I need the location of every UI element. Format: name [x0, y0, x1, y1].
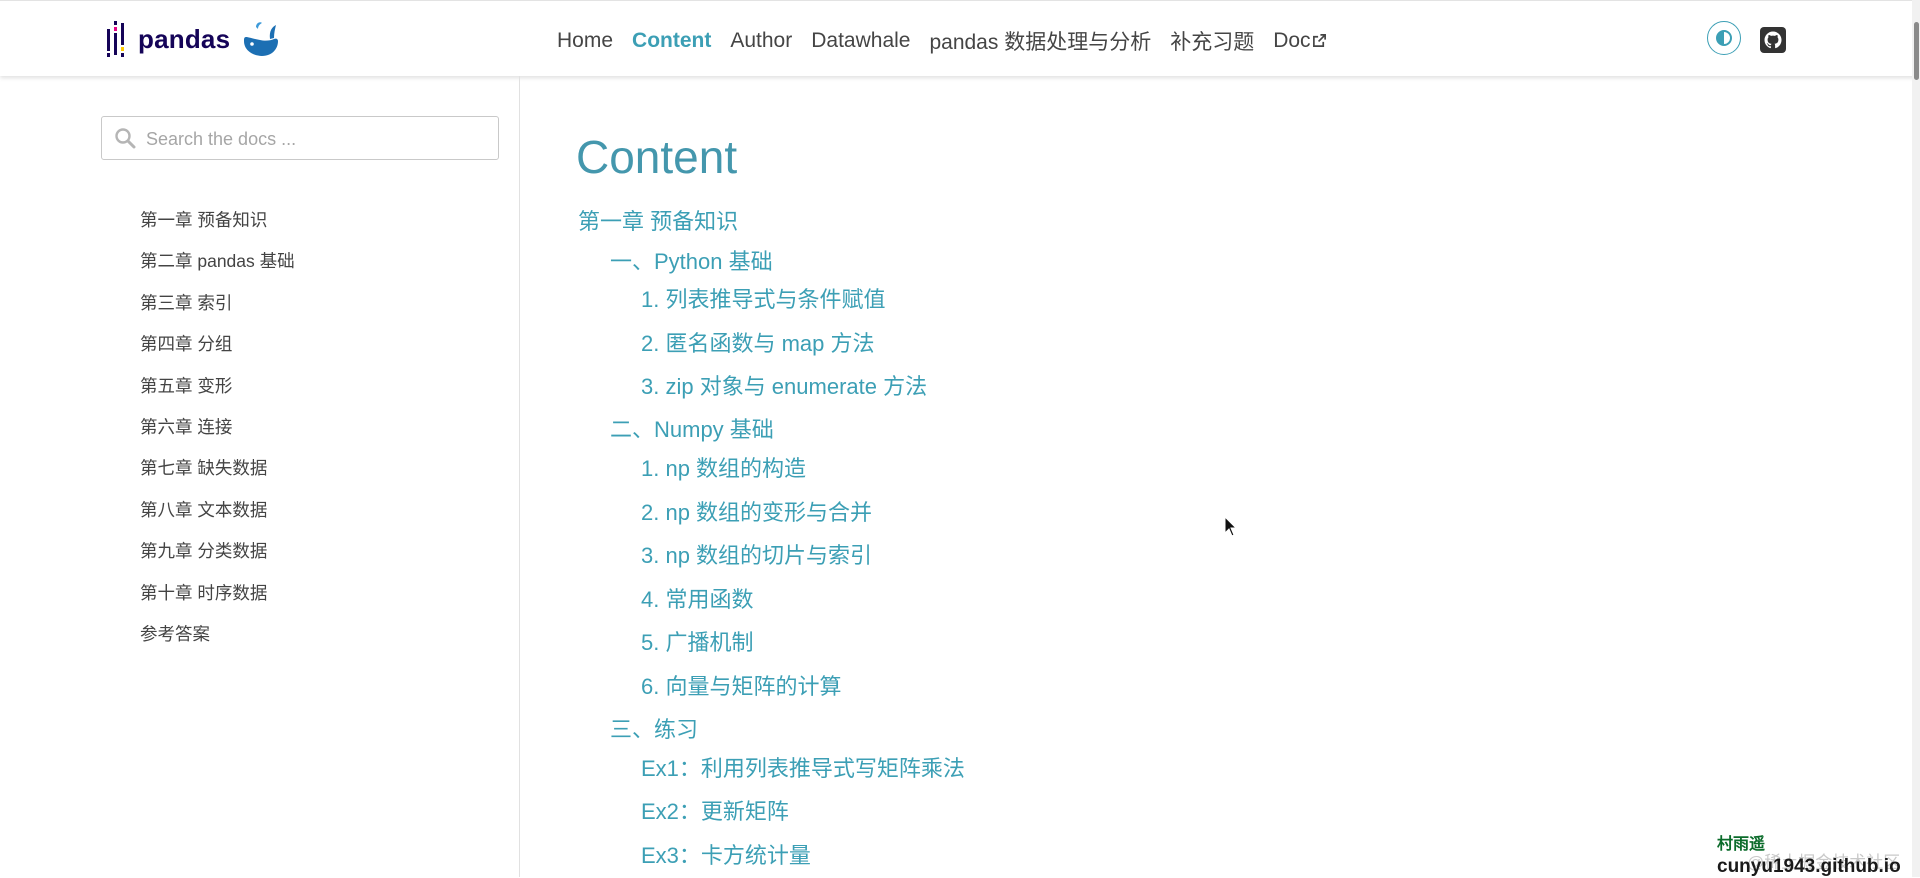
- sidebar-item-answers[interactable]: 参考答案: [140, 620, 295, 661]
- toc-link[interactable]: 3. zip 对象与 enumerate 方法: [578, 372, 965, 415]
- top-navbar: pandas Home Content Author Datawhale pan…: [0, 0, 1920, 76]
- toc-link[interactable]: 2. 匿名函数与 map 方法: [578, 329, 965, 373]
- sidebar-item-chapter-7[interactable]: 第七章 缺失数据: [140, 454, 295, 495]
- sidebar-item-chapter-10[interactable]: 第十章 时序数据: [140, 579, 295, 620]
- sidebar-item-chapter-9[interactable]: 第九章 分类数据: [140, 537, 295, 578]
- sidebar-item-chapter-4[interactable]: 第四章 分组: [140, 330, 295, 371]
- sidebar-chapter-list: 第一章 预备知识 第二章 pandas 基础 第三章 索引 第四章 分组 第五章…: [140, 206, 295, 661]
- toc-link[interactable]: 三、练习: [578, 715, 965, 754]
- brand-name: pandas: [138, 23, 231, 54]
- content-toc-list: 第一章 预备知识 一、Python 基础 1. 列表推导式与条件赋值 2. 匿名…: [578, 207, 965, 877]
- nav-author[interactable]: Author: [730, 29, 792, 53]
- nav-doc[interactable]: Doc: [1273, 29, 1326, 53]
- sidebar-item-chapter-1[interactable]: 第一章 预备知识: [140, 206, 295, 247]
- toc-link[interactable]: 第一章 预备知识: [578, 207, 965, 247]
- sidebar-item-chapter-5[interactable]: 第五章 变形: [140, 372, 295, 413]
- sidebar-divider: [519, 76, 520, 877]
- sidebar-item-chapter-3[interactable]: 第三章 索引: [140, 289, 295, 330]
- sidebar-item-chapter-8[interactable]: 第八章 文本数据: [140, 496, 295, 537]
- nav-exercises[interactable]: 补充习题: [1170, 26, 1254, 56]
- theme-toggle-button[interactable]: [1707, 21, 1741, 55]
- watermark-site: cunyu1943.github.io: [1717, 856, 1901, 877]
- sidebar-item-chapter-6[interactable]: 第六章 连接: [140, 413, 295, 454]
- toc-link[interactable]: 一、Python 基础: [578, 247, 965, 285]
- theme-toggle-icon: [1716, 30, 1732, 46]
- mouse-cursor-icon: [1224, 516, 1238, 537]
- toc-link[interactable]: 2. np 数组的变形与合并: [578, 498, 965, 542]
- nav-content[interactable]: Content: [632, 29, 711, 53]
- search-box[interactable]: [101, 116, 499, 160]
- external-link-icon: [1312, 34, 1326, 47]
- whale-icon: [244, 22, 279, 56]
- watermark: @稀土掘金技术社区 村雨遥 cunyu1943.github.io: [1717, 830, 1901, 878]
- toc-link[interactable]: 6. 向量与矩阵的计算: [578, 672, 965, 715]
- toc-link[interactable]: 1. 列表推导式与条件赋值: [578, 285, 965, 329]
- page-scrollbar[interactable]: [1912, 0, 1920, 877]
- github-icon[interactable]: [1760, 27, 1786, 53]
- toc-link[interactable]: Ex1：利用列表推导式写矩阵乘法: [578, 754, 965, 798]
- toc-link[interactable]: 4. 常用函数: [578, 585, 965, 629]
- nav-home[interactable]: Home: [557, 29, 613, 53]
- toc-link[interactable]: 5. 广播机制: [578, 628, 965, 672]
- nav-datawhale[interactable]: Datawhale: [811, 29, 910, 53]
- page-scrollbar-thumb[interactable]: [1914, 22, 1919, 80]
- toc-link[interactable]: 二、Numpy 基础: [578, 415, 965, 454]
- nav-doc-label: Doc: [1273, 29, 1311, 52]
- watermark-author: 村雨遥: [1717, 836, 1766, 853]
- toc-link[interactable]: 3. np 数组的切片与索引: [578, 541, 965, 585]
- toc-link[interactable]: Ex2：更新矩阵: [578, 797, 965, 841]
- search-icon: [115, 128, 136, 149]
- pandas-logo-icon: [107, 21, 124, 57]
- toc-link[interactable]: 1. np 数组的构造: [578, 454, 965, 498]
- nav-pandas-book[interactable]: pandas 数据处理与分析: [929, 26, 1151, 56]
- brand-logo-link[interactable]: pandas: [106, 17, 280, 61]
- search-input[interactable]: [144, 123, 478, 155]
- page-title: Content: [576, 131, 738, 183]
- main-nav: Home Content Author Datawhale pandas 数据处…: [557, 26, 1346, 56]
- sidebar-item-chapter-2[interactable]: 第二章 pandas 基础: [140, 247, 295, 288]
- toc-link[interactable]: Ex3：卡方统计量: [578, 841, 965, 877]
